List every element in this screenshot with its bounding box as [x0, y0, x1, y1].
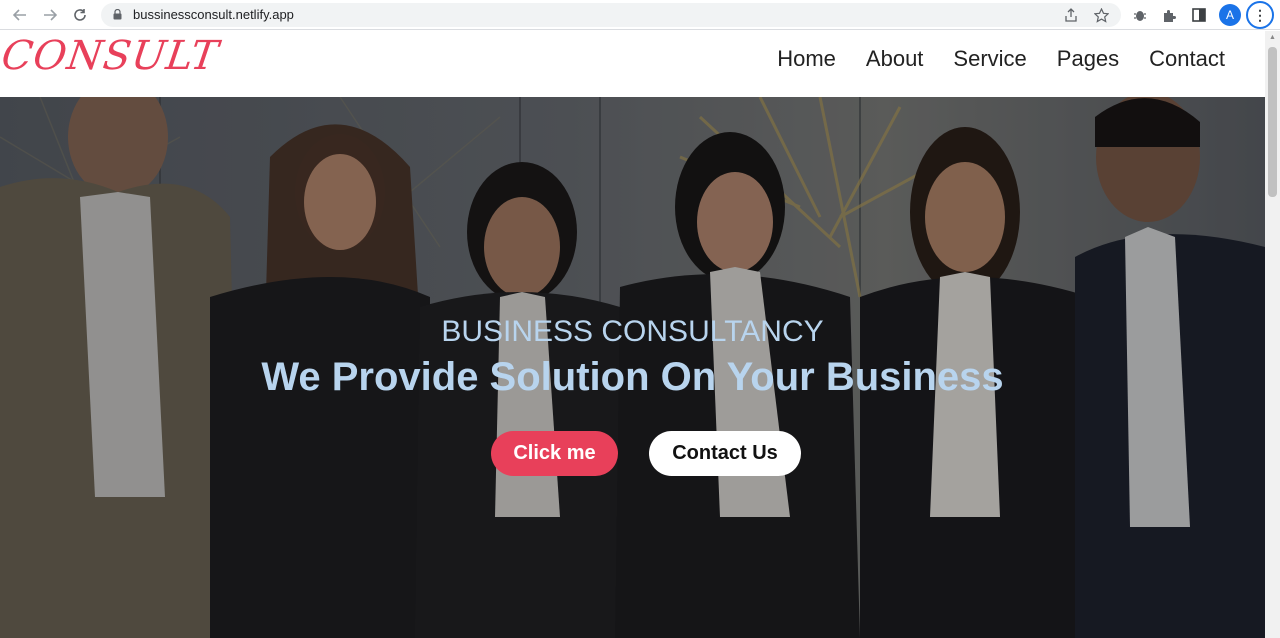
site-header: CONSULT Home About Service Pages Contact: [0, 31, 1265, 97]
browser-toolbar: bussinessconsult.netlify.app A ⋮: [0, 0, 1280, 30]
extension-bug-icon[interactable]: [1130, 5, 1150, 25]
browser-menu-icon[interactable]: ⋮: [1246, 1, 1274, 29]
site-logo[interactable]: CONSULT: [0, 33, 222, 79]
extensions-puzzle-icon[interactable]: [1159, 5, 1179, 25]
hero-section: BUSINESS CONSULTANCY We Provide Solution…: [0, 97, 1265, 638]
reload-icon[interactable]: [69, 4, 91, 26]
address-bar[interactable]: bussinessconsult.netlify.app: [101, 3, 1121, 27]
hero-title: We Provide Solution On Your Business: [261, 355, 1004, 399]
side-panel-icon[interactable]: [1189, 5, 1209, 25]
scroll-thumb[interactable]: [1268, 47, 1277, 197]
nav-service[interactable]: Service: [953, 46, 1026, 72]
nav-contact[interactable]: Contact: [1149, 46, 1225, 72]
scroll-up-icon[interactable]: ▲: [1268, 34, 1277, 42]
forward-icon[interactable]: [39, 4, 61, 26]
share-icon[interactable]: [1063, 7, 1079, 23]
lock-icon: [113, 9, 122, 20]
nav-pages[interactable]: Pages: [1057, 46, 1119, 72]
nav-about[interactable]: About: [866, 46, 924, 72]
url-text: bussinessconsult.netlify.app: [133, 7, 294, 22]
contact-us-button[interactable]: Contact Us: [649, 431, 801, 476]
star-icon[interactable]: [1093, 7, 1109, 23]
back-icon[interactable]: [9, 4, 31, 26]
nav-home[interactable]: Home: [777, 46, 836, 72]
page-scrollbar[interactable]: ▲: [1265, 31, 1280, 638]
profile-avatar[interactable]: A: [1219, 4, 1241, 26]
click-me-button[interactable]: Click me: [491, 431, 618, 476]
hero-subtitle: BUSINESS CONSULTANCY: [441, 315, 824, 348]
main-nav: Home About Service Pages Contact: [777, 46, 1225, 72]
